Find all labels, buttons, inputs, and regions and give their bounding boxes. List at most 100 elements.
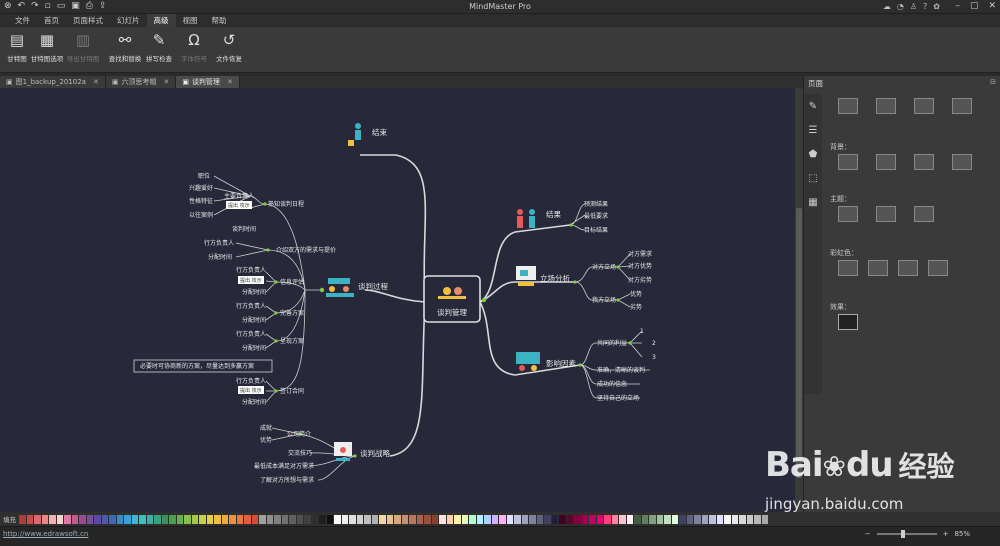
central-topic[interactable]: 谈判管理	[423, 275, 481, 323]
color-swatch[interactable]	[604, 514, 612, 524]
find-replace-button[interactable]: ⚯ 查找和替换	[108, 31, 142, 63]
scroll-thumb[interactable]	[796, 208, 802, 478]
effect-option-1[interactable]	[838, 314, 858, 330]
color-swatch[interactable]	[386, 514, 394, 524]
color-swatch[interactable]	[514, 514, 522, 524]
color-swatch[interactable]	[724, 514, 732, 524]
user-icon[interactable]: ◔	[897, 2, 904, 11]
color-swatch[interactable]	[551, 514, 559, 524]
color-swatch[interactable]	[574, 514, 582, 524]
theme-font-option[interactable]	[876, 206, 896, 222]
color-swatch[interactable]	[626, 514, 634, 524]
color-swatch[interactable]	[589, 514, 597, 524]
color-swatch[interactable]	[416, 514, 424, 524]
color-swatch[interactable]	[236, 514, 244, 524]
color-swatch[interactable]	[161, 514, 169, 524]
color-swatch[interactable]	[491, 514, 499, 524]
color-swatch[interactable]	[731, 514, 739, 524]
color-swatch[interactable]	[124, 514, 132, 524]
outline-icon[interactable]: ☰	[804, 118, 822, 142]
color-swatch[interactable]	[754, 514, 762, 524]
symbol-button[interactable]: Ω 字体符号	[177, 31, 211, 63]
color-swatch[interactable]	[521, 514, 529, 524]
color-swatch[interactable]	[56, 514, 64, 524]
close-tab-icon[interactable]: ✕	[163, 78, 169, 86]
menu-view[interactable]: 视图	[176, 14, 205, 27]
color-swatch[interactable]	[394, 514, 402, 524]
color-swatch[interactable]	[746, 514, 754, 524]
color-swatch[interactable]	[536, 514, 544, 524]
color-swatch[interactable]	[679, 514, 687, 524]
bg-image-option[interactable]	[876, 154, 896, 170]
rainbow-option-1[interactable]	[838, 260, 858, 276]
color-swatch[interactable]	[566, 514, 574, 524]
file-recovery-button[interactable]: ↺ 文件恢复	[212, 31, 246, 63]
color-swatch[interactable]	[694, 514, 702, 524]
color-swatch[interactable]	[341, 514, 349, 524]
spellcheck-button[interactable]: ✎ 拼写检查	[142, 31, 176, 63]
color-swatch[interactable]	[251, 514, 259, 524]
color-swatch[interactable]	[244, 514, 252, 524]
color-swatch[interactable]	[319, 514, 327, 524]
color-swatch[interactable]	[469, 514, 477, 524]
color-swatch[interactable]	[379, 514, 387, 524]
color-swatch[interactable]	[191, 514, 199, 524]
color-swatch[interactable]	[619, 514, 627, 524]
color-swatch[interactable]	[176, 514, 184, 524]
color-swatch[interactable]	[656, 514, 664, 524]
color-swatch[interactable]	[41, 514, 49, 524]
menu-help[interactable]: 帮助	[205, 14, 234, 27]
zoom-out-icon[interactable]: −	[865, 530, 871, 538]
bg-picture-option[interactable]	[914, 154, 934, 170]
export-gantt-button[interactable]: ▥ 导出甘特图	[66, 31, 100, 63]
color-swatch[interactable]	[716, 514, 724, 524]
color-swatch[interactable]	[206, 514, 214, 524]
color-swatch[interactable]	[334, 514, 342, 524]
color-swatch[interactable]	[214, 514, 222, 524]
rainbow-option-2[interactable]	[868, 260, 888, 276]
help-icon[interactable]: ?	[923, 2, 927, 11]
color-swatch[interactable]	[86, 514, 94, 524]
minimize-icon[interactable]: –	[955, 1, 960, 11]
rainbow-option-3[interactable]	[898, 260, 918, 276]
color-swatch[interactable]	[49, 514, 57, 524]
color-swatch[interactable]	[71, 514, 79, 524]
color-swatch[interactable]	[259, 514, 267, 524]
gantt-button[interactable]: ▤ 甘特图	[0, 31, 34, 63]
color-swatch[interactable]	[131, 514, 139, 524]
task-icon[interactable]: ▦	[804, 190, 822, 214]
color-swatch[interactable]	[296, 514, 304, 524]
color-swatch[interactable]	[709, 514, 717, 524]
color-swatch[interactable]	[401, 514, 409, 524]
layout-option-4[interactable]	[952, 98, 972, 114]
tab-negotiation[interactable]: ▣ 谈判管理 ✕	[176, 76, 240, 88]
color-swatch[interactable]	[446, 514, 454, 524]
menu-home[interactable]: 首页	[37, 14, 66, 27]
menu-file[interactable]: 文件	[8, 14, 37, 27]
tab-backup[interactable]: ▣ 图1_backup_20102a ✕	[0, 76, 106, 88]
color-swatch[interactable]	[356, 514, 364, 524]
color-swatch[interactable]	[184, 514, 192, 524]
color-swatch[interactable]	[559, 514, 567, 524]
color-swatch[interactable]	[326, 514, 334, 524]
bg-watermark-option[interactable]	[952, 154, 972, 170]
color-swatch[interactable]	[349, 514, 357, 524]
color-swatch[interactable]	[641, 514, 649, 524]
color-swatch[interactable]	[311, 514, 319, 524]
shape-icon[interactable]: ⬟	[804, 142, 822, 166]
color-swatch[interactable]	[611, 514, 619, 524]
color-swatch[interactable]	[64, 514, 72, 524]
color-swatch[interactable]	[581, 514, 589, 524]
pin-icon[interactable]: ⊟	[990, 78, 996, 86]
menu-advanced[interactable]: 高级	[146, 14, 176, 27]
gantt-options-button[interactable]: ▦ 甘特图选项	[30, 31, 64, 63]
theme-option[interactable]	[838, 206, 858, 222]
color-swatch[interactable]	[596, 514, 604, 524]
cloud-icon[interactable]: ☁	[883, 2, 891, 11]
color-swatch[interactable]	[634, 514, 642, 524]
color-swatch[interactable]	[274, 514, 282, 524]
tab-six-hats[interactable]: ▣ 六顶思考帽 ✕	[105, 76, 177, 88]
bg-color-option[interactable]	[838, 154, 858, 170]
color-swatch[interactable]	[154, 514, 162, 524]
color-swatch[interactable]	[169, 514, 177, 524]
